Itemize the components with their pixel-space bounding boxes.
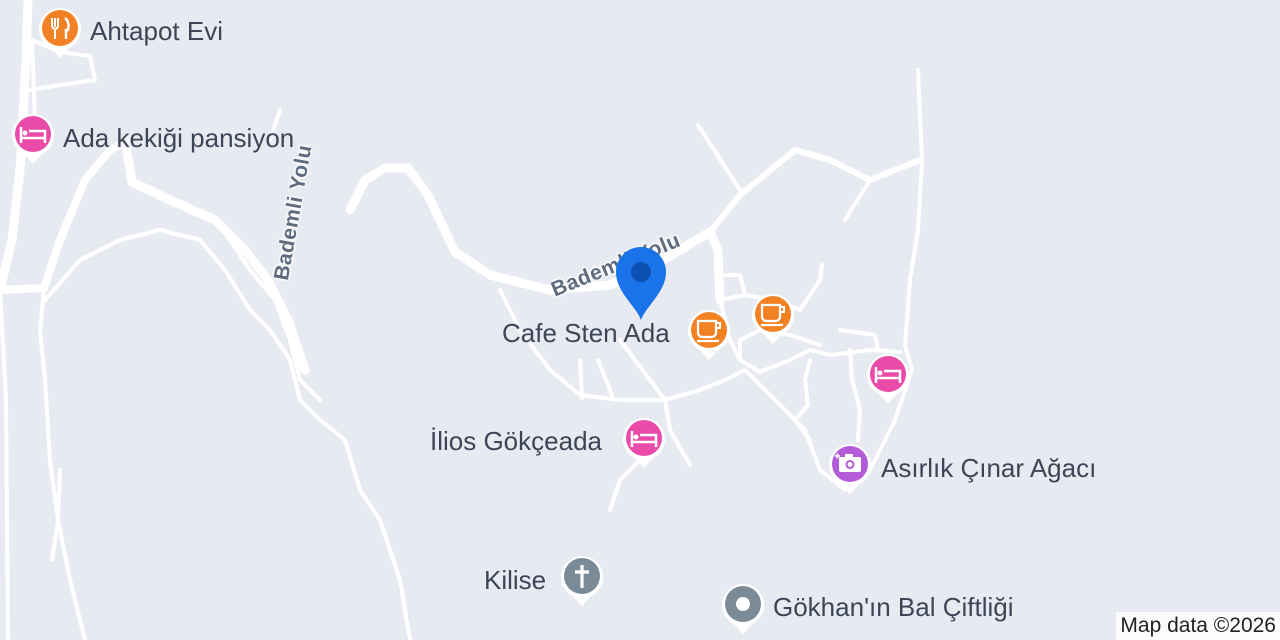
fork-knife-icon: [39, 8, 81, 58]
map-canvas[interactable]: Bademli Yolu Bademli Yolu Ahtapot Evi Ad…: [0, 0, 1280, 640]
coffee-cup-icon: [752, 294, 794, 344]
poi-marker-church[interactable]: [559, 554, 605, 613]
poi-label[interactable]: Gökhan'ın Bal Çiftliği: [773, 592, 1014, 622]
poi-marker-lodging[interactable]: [865, 352, 911, 411]
location-pin[interactable]: [614, 244, 668, 327]
poi-label[interactable]: İlios Gökçeada: [430, 426, 602, 456]
bed-icon: [623, 418, 665, 468]
bed-icon: [867, 354, 909, 404]
bed-icon: [12, 114, 55, 164]
poi-marker-lodging[interactable]: [621, 416, 667, 475]
poi-marker-attraction[interactable]: [827, 442, 873, 501]
cross-icon: [561, 556, 603, 606]
poi-marker-cafe[interactable]: [686, 308, 732, 367]
location-pin-icon: [616, 247, 666, 320]
dot-icon: [722, 584, 764, 634]
poi-marker-restaurant[interactable]: [37, 6, 83, 65]
camera-icon: [829, 444, 871, 494]
poi-label[interactable]: Ahtapot Evi: [90, 16, 223, 46]
poi-label[interactable]: Asırlık Çınar Ağacı: [881, 453, 1096, 483]
poi-marker-lodging[interactable]: [10, 112, 56, 171]
map-attribution: Map data ©2026: [1116, 612, 1280, 640]
coffee-cup-icon: [688, 310, 730, 360]
poi-marker-cafe[interactable]: [750, 292, 796, 351]
poi-label[interactable]: Kilise: [484, 565, 546, 595]
poi-marker-place[interactable]: [720, 582, 766, 640]
poi-label[interactable]: Ada kekiği pansiyon: [63, 123, 294, 153]
